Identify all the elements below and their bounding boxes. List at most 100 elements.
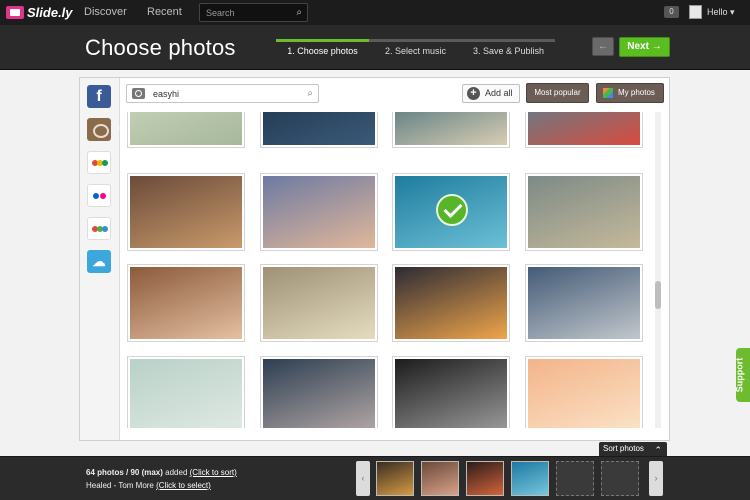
logo-icon [6,6,24,19]
sort-photos-tab[interactable]: Sort photos ⌃ [599,442,667,456]
selected-photo-thumbnail[interactable] [421,461,459,496]
photo-thumbnail[interactable] [525,112,643,148]
scrollbar[interactable] [655,112,661,428]
plus-icon: + [467,87,480,100]
photo-thumbnail[interactable] [127,356,245,428]
photo-thumbnail[interactable] [127,173,245,251]
add-all-label: Add all [485,88,513,98]
photo-image [528,176,640,248]
step-label: 1. Choose photos [287,46,358,56]
photo-image [263,267,375,339]
page-title: Choose photos [85,35,236,60]
logo-text: Slide.ly [27,5,73,20]
photo-image [395,176,507,248]
global-search: ⌕ [199,3,308,22]
support-label: Support [734,357,745,393]
add-all-button[interactable]: + Add all [462,84,520,103]
selected-photo-thumbnail[interactable] [376,461,414,496]
back-button[interactable]: ← [592,37,614,56]
search-icon[interactable]: ⌕ [296,7,302,18]
photo-count: 64 photos / 90 (max) added (Click to sor… [86,468,237,477]
camera-icon [132,88,145,99]
photo-image [528,359,640,428]
photo-image [130,112,242,145]
scrollbar-thumb[interactable] [655,281,661,309]
music-info: Healed - Tom More (Click to select) [86,481,211,490]
my-photos-icon [603,88,613,98]
step-label: 3. Save & Publish [472,46,545,56]
step-label: 2. Select music [384,46,447,56]
added-text: added [162,468,190,477]
sort-label: Sort photos [603,444,644,453]
step-progress-bar [462,39,555,42]
photo-thumbnail[interactable] [392,112,510,148]
flickr-icon[interactable] [87,184,111,207]
bottom-bar: 64 photos / 90 (max) added (Click to sor… [0,456,750,500]
support-tab[interactable]: Support [734,348,750,402]
photo-thumbnail[interactable] [260,173,378,251]
photo-thumbnail[interactable] [127,264,245,342]
step-progress-bar [276,39,369,42]
search-input[interactable] [200,4,286,21]
photo-grid [124,112,652,428]
photo-image [528,112,640,145]
photo-image [130,176,242,248]
photo-thumbnail[interactable] [127,112,245,148]
step-save-publish[interactable]: 3. Save & Publish [462,39,555,59]
photo-picker-panel: f ☁ ⌕ + Add all Most popular My photos [79,77,670,441]
click-to-sort-link[interactable]: (Click to sort) [190,468,237,477]
my-photos-button[interactable]: My photos [596,83,664,103]
step-choose-photos[interactable]: 1. Choose photos [276,39,369,59]
cloud-icon[interactable]: ☁ [87,250,111,273]
my-photos-label: My photos [618,88,655,97]
empty-photo-slot[interactable] [601,461,639,496]
top-nav: Slide.ly Discover Recent ⌕ 0 Hello ▾ [0,0,750,25]
photo-image [263,359,375,428]
facebook-icon[interactable]: f [87,85,111,108]
step-select-music[interactable]: 2. Select music [369,39,462,59]
nav-recent[interactable]: Recent [147,6,182,18]
source-sidebar: f ☁ [80,78,120,440]
next-button[interactable]: Next → [619,37,670,57]
user-menu[interactable]: Hello ▾ [707,7,735,18]
logo[interactable]: Slide.ly [6,4,73,21]
messages-badge[interactable]: 0 [664,6,679,18]
photo-thumbnail[interactable] [525,264,643,342]
chevron-up-icon: ⌃ [654,445,662,455]
click-to-select-link[interactable]: (Click to select) [156,481,211,490]
photo-thumbnail[interactable] [392,173,510,251]
photo-thumbnail[interactable] [260,112,378,148]
photo-thumbnail[interactable] [392,264,510,342]
search-icon[interactable]: ⌕ [307,88,313,99]
nav-discover[interactable]: Discover [84,6,127,18]
checkmark-icon [436,194,468,226]
strip-next-button[interactable]: › [649,461,663,496]
photo-image [395,359,507,428]
photo-image [263,112,375,145]
photo-count-value: 64 photos / 90 (max) [86,468,163,477]
photo-thumbnail[interactable] [525,356,643,428]
instagram-icon[interactable] [87,118,111,141]
album-search: ⌕ [126,84,319,103]
most-popular-button[interactable]: Most popular [526,83,589,103]
photo-image [395,267,507,339]
photo-image [130,359,242,428]
photo-image [130,267,242,339]
photo-image [263,176,375,248]
strip-prev-button[interactable]: ‹ [356,461,370,496]
selected-photo-thumbnail[interactable] [466,461,504,496]
avatar[interactable] [689,5,702,19]
album-search-input[interactable] [153,87,293,101]
picasa-icon[interactable] [87,217,111,240]
google-icon[interactable] [87,151,111,174]
selected-photo-thumbnail[interactable] [511,461,549,496]
photo-thumbnail[interactable] [260,264,378,342]
music-title: Healed - Tom More [86,481,157,490]
photo-image [528,267,640,339]
photo-thumbnail[interactable] [525,173,643,251]
empty-photo-slot[interactable] [556,461,594,496]
photo-image [395,112,507,145]
photo-thumbnail[interactable] [392,356,510,428]
page-header: Choose photos 1. Choose photos 2. Select… [0,25,750,70]
photo-thumbnail[interactable] [260,356,378,428]
